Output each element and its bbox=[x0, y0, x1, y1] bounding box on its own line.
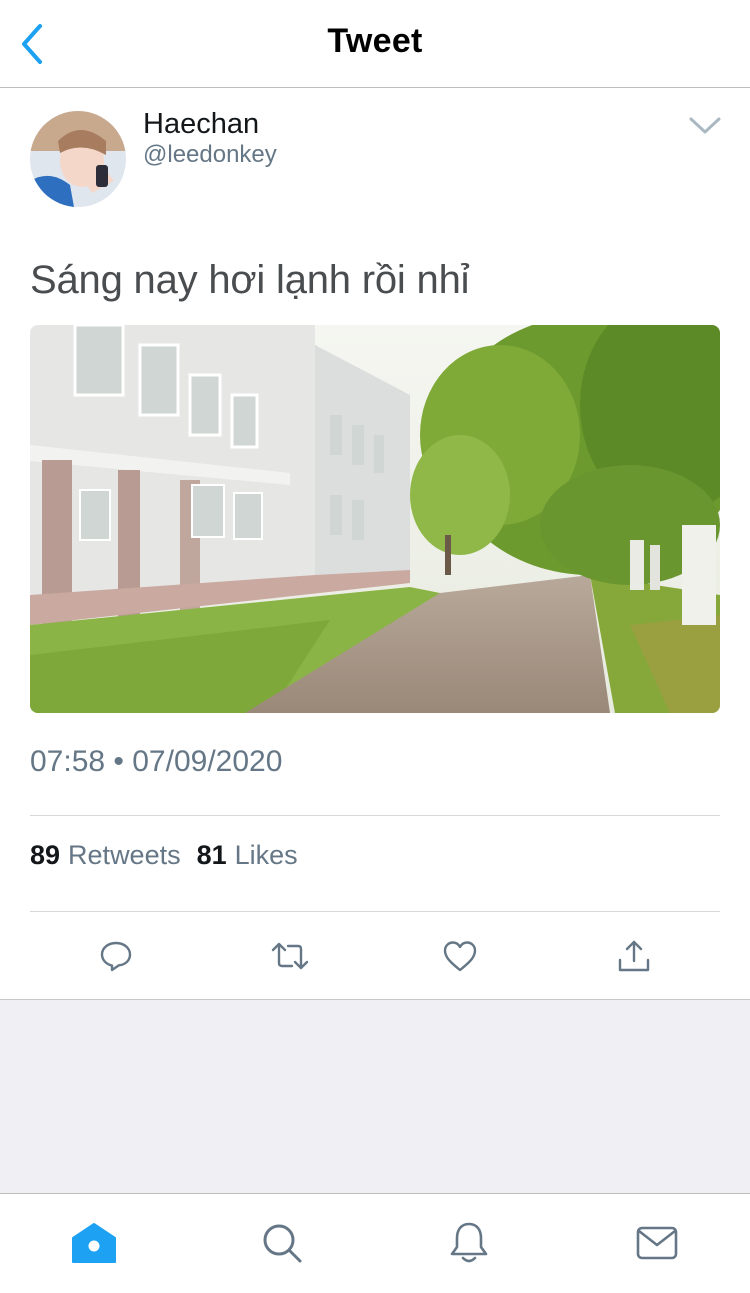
author-handle[interactable]: @leedonkey bbox=[143, 141, 277, 169]
heart-icon bbox=[443, 941, 477, 972]
retweet-count: 89 bbox=[30, 840, 61, 870]
retweets-stat[interactable]: 89 Retweets bbox=[30, 840, 197, 871]
campus-photo bbox=[30, 325, 720, 713]
reply-button[interactable] bbox=[94, 934, 138, 978]
like-button[interactable] bbox=[438, 934, 482, 978]
likes-stat[interactable]: 81 Likes bbox=[197, 840, 314, 871]
avatar-photo bbox=[30, 111, 126, 207]
like-label: Likes bbox=[234, 840, 298, 870]
tweet-stats: 89 Retweets 81 Likes bbox=[30, 840, 314, 871]
retweet-button[interactable] bbox=[268, 934, 312, 978]
empty-replies-area bbox=[0, 999, 750, 1193]
avatar[interactable] bbox=[30, 111, 126, 207]
chevron-down-icon bbox=[689, 117, 721, 134]
tab-messages[interactable] bbox=[632, 1218, 682, 1268]
tweet-options-button[interactable] bbox=[684, 110, 726, 142]
tweet-text: Sáng nay hơi lạnh rồi nhỉ bbox=[30, 258, 470, 302]
reply-icon bbox=[100, 941, 132, 972]
share-icon bbox=[618, 940, 650, 972]
nav-bar: Tweet bbox=[0, 0, 750, 88]
bell-icon bbox=[450, 1222, 488, 1263]
share-button[interactable] bbox=[612, 934, 656, 978]
tab-notifications[interactable] bbox=[444, 1218, 494, 1268]
retweet-icon bbox=[271, 942, 309, 970]
tab-bar bbox=[0, 1193, 750, 1293]
tweet-timestamp: 07:58 • 07/09/2020 bbox=[30, 745, 283, 778]
divider bbox=[30, 911, 720, 912]
search-icon bbox=[263, 1224, 302, 1263]
mail-icon bbox=[636, 1226, 678, 1260]
tab-search[interactable] bbox=[257, 1218, 307, 1268]
author-name[interactable]: Haechan bbox=[143, 108, 259, 141]
tweet-media-image[interactable] bbox=[30, 325, 720, 713]
retweet-label: Retweets bbox=[68, 840, 181, 870]
divider bbox=[30, 815, 720, 816]
like-count: 81 bbox=[196, 840, 227, 870]
page-title: Tweet bbox=[327, 22, 423, 60]
tweet-actions bbox=[0, 930, 750, 982]
tab-home[interactable] bbox=[69, 1218, 119, 1268]
home-icon bbox=[72, 1223, 116, 1263]
